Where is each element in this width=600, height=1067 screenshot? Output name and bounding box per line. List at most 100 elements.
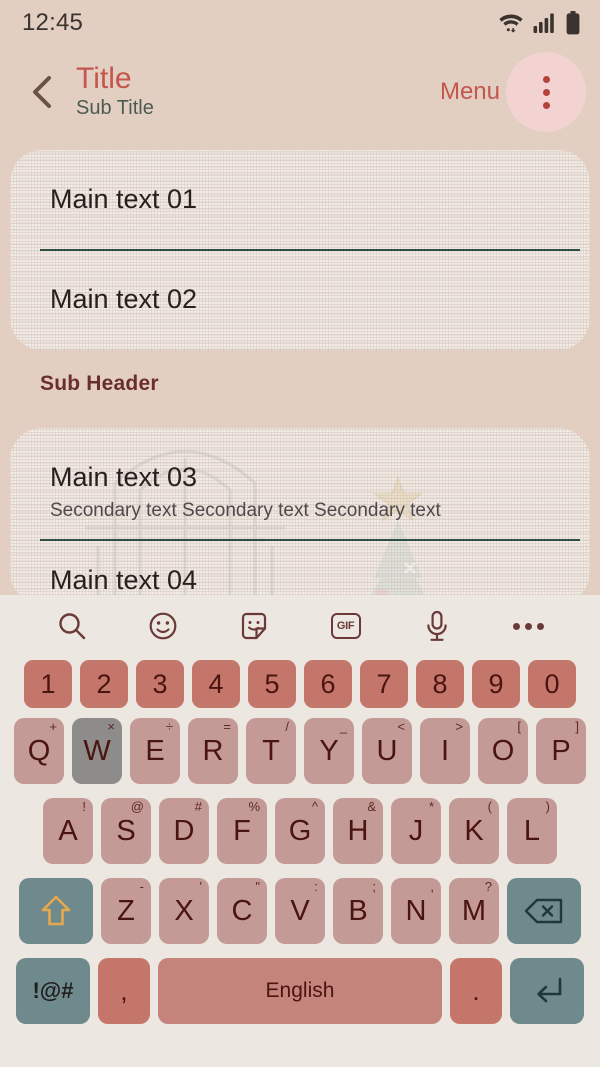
key-label: 4 bbox=[208, 668, 224, 699]
key-l[interactable]: ) L bbox=[507, 798, 557, 864]
list-item-secondary-text: Secondary text Secondary text Secondary … bbox=[50, 499, 441, 521]
key-label: R bbox=[202, 734, 224, 767]
enter-key[interactable] bbox=[510, 958, 584, 1024]
key-c[interactable]: " C bbox=[217, 878, 267, 944]
key-label: 2 bbox=[96, 668, 112, 699]
key-alt-label: × bbox=[107, 719, 115, 734]
search-icon bbox=[58, 613, 85, 640]
key-w[interactable]: × W bbox=[72, 718, 122, 784]
key-label: M bbox=[461, 894, 487, 927]
list-item[interactable]: Main text 01 bbox=[10, 150, 590, 250]
key-alt-label: " bbox=[255, 879, 260, 894]
key-label: Q bbox=[27, 734, 51, 767]
key-label: 3 bbox=[152, 668, 168, 699]
status-bar: 12:45 bbox=[0, 0, 600, 46]
key-9[interactable]: 9 bbox=[472, 660, 520, 708]
list-item-main-text: Main text 04 bbox=[50, 565, 198, 595]
key-label: 8 bbox=[432, 668, 448, 699]
key-u[interactable]: < U bbox=[362, 718, 412, 784]
key-2[interactable]: 2 bbox=[80, 660, 128, 708]
key-6[interactable]: 6 bbox=[304, 660, 352, 708]
key-label: L bbox=[523, 814, 541, 847]
phone-screen: 12:45 Title Sub Title Menu Main text 01 … bbox=[0, 0, 600, 1067]
back-button[interactable] bbox=[20, 70, 64, 114]
key-label: 0 bbox=[544, 668, 560, 699]
key-i[interactable]: > I bbox=[420, 718, 470, 784]
key-5[interactable]: 5 bbox=[248, 660, 296, 708]
key-q[interactable]: + Q bbox=[14, 718, 64, 784]
keyboard-sticker-button[interactable] bbox=[231, 603, 277, 649]
key-alt-label: # bbox=[194, 799, 202, 814]
key-h[interactable]: & H bbox=[333, 798, 383, 864]
keyboard-row-zxcv: -Z ' X " C :V ; B ,N ? M bbox=[8, 875, 592, 947]
key-alt-label: ? bbox=[484, 879, 492, 894]
key-label: . bbox=[472, 975, 480, 1006]
shift-arrow-icon bbox=[41, 895, 71, 926]
card-group-1: Main text 01 Main text 02 bbox=[10, 150, 590, 350]
key-m[interactable]: ? M bbox=[449, 878, 499, 944]
overflow-menu-button[interactable] bbox=[506, 52, 586, 132]
key-d[interactable]: # D bbox=[159, 798, 209, 864]
key-label: U bbox=[376, 734, 398, 767]
key-r[interactable]: = R bbox=[188, 718, 238, 784]
key-b[interactable]: ; B bbox=[333, 878, 383, 944]
space-key[interactable]: English bbox=[158, 958, 442, 1024]
period-key[interactable]: . bbox=[450, 958, 502, 1024]
key-alt-label: , bbox=[430, 879, 434, 894]
key-n[interactable]: ,N bbox=[391, 878, 441, 944]
section-sub-header: Sub Header bbox=[40, 372, 159, 395]
keyboard-gif-button[interactable]: GIF bbox=[323, 603, 369, 649]
shift-key[interactable] bbox=[19, 878, 93, 944]
key-4[interactable]: 4 bbox=[192, 660, 240, 708]
key-o[interactable]: [O bbox=[478, 718, 528, 784]
comma-key[interactable]: , bbox=[98, 958, 150, 1024]
key-s[interactable]: @ S bbox=[101, 798, 151, 864]
symbols-key[interactable]: !@# bbox=[16, 958, 90, 1024]
list-item[interactable]: Main text 02 bbox=[10, 250, 590, 350]
key-label: P bbox=[551, 734, 571, 767]
key-a[interactable]: ! A bbox=[43, 798, 93, 864]
list-item[interactable]: Main text 03 Secondary text Secondary te… bbox=[10, 428, 590, 540]
key-g[interactable]: ^ G bbox=[275, 798, 325, 864]
list-item-main-text: Main text 01 bbox=[50, 184, 198, 215]
key-label: C bbox=[231, 894, 253, 927]
key-label: Y bbox=[319, 734, 339, 767]
key-7[interactable]: 7 bbox=[360, 660, 408, 708]
key-t[interactable]: / T bbox=[246, 718, 296, 784]
keyboard-emoji-button[interactable] bbox=[140, 603, 186, 649]
key-label: K bbox=[464, 814, 484, 847]
key-label: W bbox=[83, 734, 111, 767]
keyboard-voice-input-button[interactable] bbox=[414, 603, 460, 649]
enter-return-icon bbox=[537, 977, 562, 1003]
backspace-key[interactable] bbox=[507, 878, 581, 944]
key-k[interactable]: (K bbox=[449, 798, 499, 864]
key-8[interactable]: 8 bbox=[416, 660, 464, 708]
key-alt-label: ; bbox=[372, 879, 376, 894]
key-0[interactable]: 0 bbox=[528, 660, 576, 708]
key-3[interactable]: 3 bbox=[136, 660, 184, 708]
key-f[interactable]: % F bbox=[217, 798, 267, 864]
key-e[interactable]: ÷ E bbox=[130, 718, 180, 784]
key-z[interactable]: -Z bbox=[101, 878, 151, 944]
key-alt-label: & bbox=[367, 799, 376, 814]
key-alt-label: ! bbox=[82, 799, 86, 814]
key-alt-label: / bbox=[285, 719, 289, 734]
key-j[interactable]: * J bbox=[391, 798, 441, 864]
key-alt-label: _ bbox=[339, 719, 347, 734]
key-alt-label: ] bbox=[575, 719, 579, 734]
keyboard-search-button[interactable] bbox=[49, 603, 95, 649]
key-v[interactable]: :V bbox=[275, 878, 325, 944]
wifi-icon bbox=[499, 14, 523, 33]
keyboard-more-options-button[interactable] bbox=[505, 603, 551, 649]
key-y[interactable]: _ Y bbox=[304, 718, 354, 784]
status-time: 12:45 bbox=[22, 9, 84, 36]
menu-button[interactable]: Menu bbox=[440, 78, 500, 106]
key-label: 9 bbox=[488, 668, 504, 699]
key-p[interactable]: ] P bbox=[536, 718, 586, 784]
microphone-icon bbox=[427, 610, 447, 641]
key-x[interactable]: ' X bbox=[159, 878, 209, 944]
key-1[interactable]: 1 bbox=[24, 660, 72, 708]
sticker-icon bbox=[242, 612, 267, 640]
key-alt-label: < bbox=[397, 719, 405, 734]
key-label: A bbox=[58, 814, 78, 847]
